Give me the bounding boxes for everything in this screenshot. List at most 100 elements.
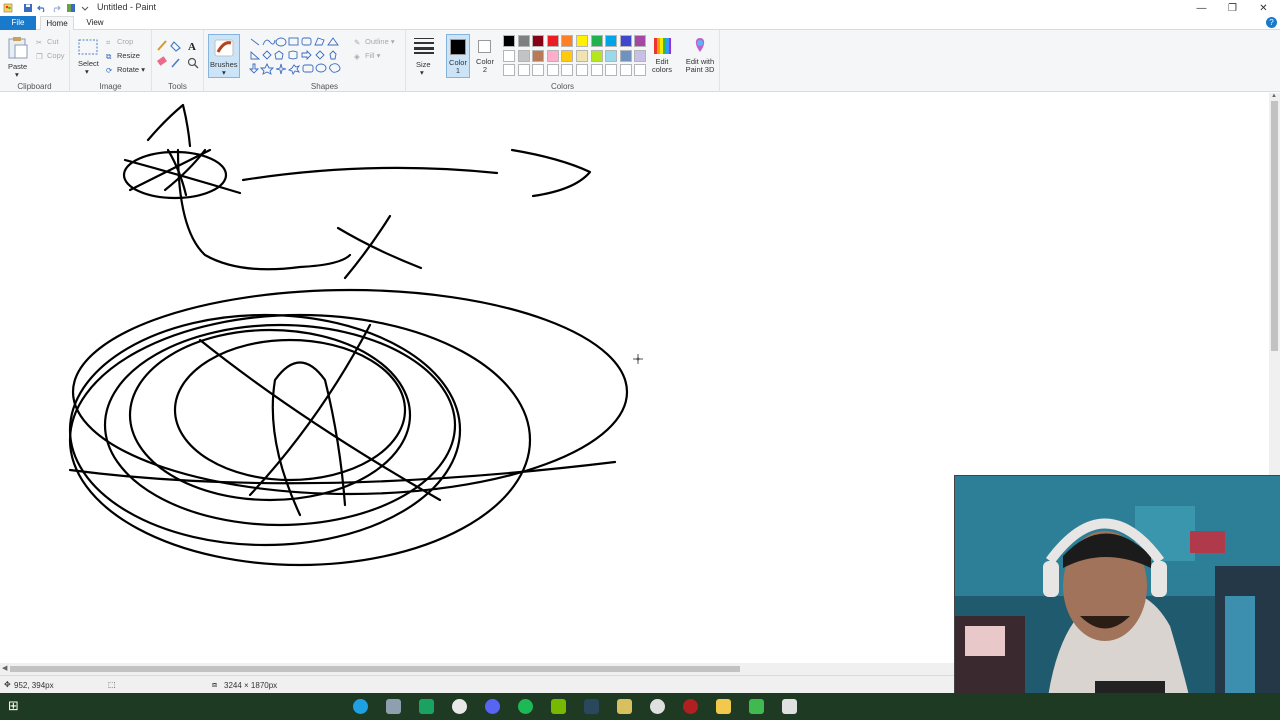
steam-icon[interactable] [584, 699, 599, 714]
select-dropdown-icon: ▾ [85, 67, 89, 76]
quick-access-icon[interactable] [64, 1, 78, 15]
fill-label: Fill [365, 51, 375, 60]
cursor-position: 952, 394px [14, 681, 54, 690]
color-palette [503, 35, 653, 79]
palette-swatch[interactable] [576, 35, 588, 47]
minimize-button[interactable]: — [1186, 0, 1217, 16]
terminal-icon[interactable] [749, 699, 764, 714]
palette-swatch[interactable] [605, 49, 618, 62]
palette-swatch[interactable] [619, 64, 632, 77]
palette-swatch[interactable] [619, 49, 632, 62]
palette-swatch[interactable] [576, 64, 588, 77]
palette-swatch[interactable] [532, 49, 545, 62]
pencil-icon[interactable] [157, 40, 167, 51]
palette-swatch[interactable] [605, 35, 618, 47]
palette-swatch[interactable] [532, 64, 545, 77]
stroke-ear [146, 103, 192, 148]
redo-icon[interactable] [49, 1, 63, 15]
color1-button[interactable]: Color 1 [446, 34, 470, 78]
ribbon-tabs: File Home View [0, 16, 1280, 30]
fill-icon: ◈ [354, 51, 360, 61]
palette-swatch[interactable] [634, 49, 647, 62]
cut-button[interactable]: ✂ Cut [36, 37, 59, 47]
palette-swatch[interactable] [546, 49, 559, 62]
image-group: Select ▾ ⌗ Crop ⧉ Resize ⟳ Rotate ▾ Image [70, 30, 152, 92]
brushes-button[interactable]: Brushes ▾ [208, 34, 240, 78]
scroll-up-icon[interactable]: ▲ [1271, 93, 1277, 99]
stroke-head-x2 [128, 148, 212, 192]
tools-group: A Tools [152, 30, 204, 92]
edit-colors-button[interactable]: Edit colors [648, 34, 676, 78]
monitor-icon[interactable] [782, 699, 797, 714]
palette-swatch[interactable] [634, 64, 647, 77]
horizontal-scroll-thumb[interactable] [10, 666, 740, 672]
color-picker-icon[interactable] [171, 58, 180, 68]
shapes-gallery[interactable] [248, 36, 350, 76]
obs-icon[interactable] [650, 699, 665, 714]
palette-swatch[interactable] [517, 64, 530, 77]
paste-dropdown-icon: ▾ [15, 70, 19, 79]
select-button[interactable]: Select ▾ [75, 34, 101, 76]
close-button[interactable]: ✕ [1248, 0, 1279, 16]
color2-button[interactable]: Color 2 [474, 34, 498, 78]
nvidia-icon[interactable] [551, 699, 566, 714]
start-button[interactable]: ⊞ [8, 698, 19, 714]
edit-paint3d-button[interactable]: Edit with Paint 3D [682, 34, 718, 78]
save-icon[interactable] [21, 1, 35, 15]
palette-swatch[interactable] [619, 35, 632, 47]
canvas-size-icon: ⧈ [212, 680, 218, 689]
palette-swatch[interactable] [503, 64, 515, 77]
magnifier-icon[interactable] [187, 57, 199, 69]
palette-swatch[interactable] [561, 49, 574, 62]
palette-swatch[interactable] [517, 35, 530, 47]
crop-icon: ⌗ [106, 37, 111, 47]
outline-label: Outline [365, 37, 389, 46]
folder-icon[interactable] [716, 699, 731, 714]
paste-button[interactable]: Paste ▾ [4, 34, 32, 79]
mail-icon[interactable] [386, 699, 401, 714]
chrome-icon[interactable] [452, 699, 467, 714]
copy-button[interactable]: ❐ Copy [36, 51, 65, 61]
palette-swatch[interactable] [590, 64, 603, 77]
palette-swatch[interactable] [546, 35, 559, 47]
palette-swatch[interactable] [546, 64, 559, 77]
text-icon[interactable]: A [188, 41, 196, 53]
palette-swatch[interactable] [503, 49, 515, 62]
tab-view[interactable]: View [80, 16, 110, 30]
vertical-scroll-thumb[interactable] [1271, 101, 1278, 351]
scroll-left-icon[interactable]: ◀ [2, 664, 7, 672]
rotate-button[interactable]: ⟳ Rotate ▾ [106, 65, 145, 75]
color2-swatch [478, 40, 491, 53]
paint-icon[interactable] [617, 699, 632, 714]
palette-swatch[interactable] [605, 64, 618, 77]
palette-swatch[interactable] [517, 49, 530, 62]
calendar-icon[interactable] [419, 699, 434, 714]
spotify-icon[interactable] [518, 699, 533, 714]
fill-bucket-icon[interactable] [170, 41, 181, 52]
size-button[interactable]: Size ▾ [410, 34, 438, 78]
palette-swatch[interactable] [503, 35, 515, 47]
palette-swatch[interactable] [532, 35, 545, 47]
undo-icon[interactable] [35, 1, 49, 15]
restore-button[interactable]: ❐ [1217, 0, 1248, 16]
edge-icon[interactable] [353, 699, 368, 714]
palette-swatch[interactable] [634, 35, 647, 47]
outline-button[interactable]: ✎ Outline ▾ [354, 37, 395, 47]
palette-swatch[interactable] [561, 35, 574, 47]
clipboard-group-label: Clipboard [17, 82, 52, 91]
tab-home[interactable]: Home [40, 16, 74, 30]
fill-button[interactable]: ◈ Fill ▾ [354, 51, 380, 61]
palette-swatch[interactable] [576, 49, 588, 62]
resize-button[interactable]: ⧉ Resize [106, 51, 140, 61]
palette-swatch[interactable] [590, 49, 603, 62]
resize-icon: ⧉ [106, 51, 112, 61]
customize-quick-access-icon[interactable] [78, 1, 92, 15]
palette-swatch[interactable] [561, 64, 574, 77]
palette-swatch[interactable] [590, 35, 603, 47]
tab-file[interactable]: File [0, 16, 36, 30]
crop-button[interactable]: ⌗ Crop [106, 37, 133, 47]
discord-icon[interactable] [485, 699, 500, 714]
help-icon[interactable]: ? [1266, 17, 1277, 28]
eraser-icon[interactable] [157, 56, 167, 66]
record-icon[interactable] [683, 699, 698, 714]
